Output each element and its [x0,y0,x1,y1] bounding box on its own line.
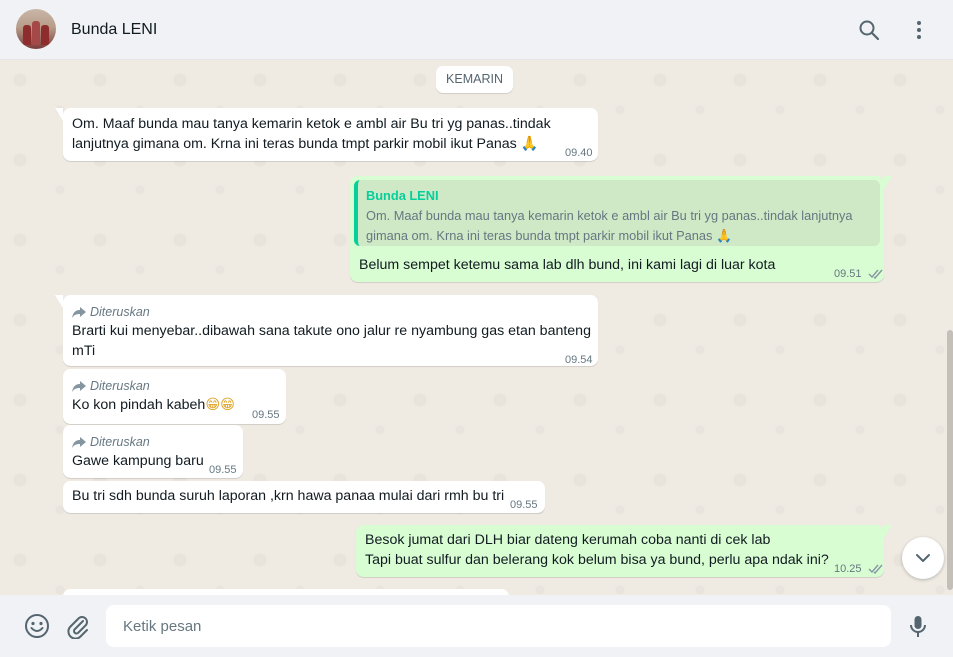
forwarded-label: Diteruskan [72,377,150,397]
quoted-message[interactable]: Bunda LENI Om. Maaf bunda mau tanya kema… [354,180,880,246]
message-text: Besok jumat dari DLH biar dateng kerumah… [365,532,829,568]
search-icon[interactable] [857,18,881,42]
message-time: 09.55 [510,499,538,511]
message-input[interactable] [106,605,891,647]
emoji-icon[interactable] [24,613,50,639]
scroll-down-button[interactable] [902,537,944,579]
message-incoming[interactable]: Om. Maaf bunda mau tanya kemarin ketok e… [55,108,598,161]
folded-hands-emoji: 🙏 [715,229,732,244]
message-incoming[interactable]: Diteruskan Gawe kampung baru 09.55 [63,425,243,478]
message-text: Gawe kampung baru [72,453,204,469]
message-text: Om. Maaf bunda mau tanya kemarin ketok e… [72,115,562,154]
quoted-author: Bunda LENI [366,188,439,203]
contact-name[interactable]: Bunda LENI [71,21,157,39]
quoted-text: Om. Maaf bunda mau tanya kemarin ketok e… [366,208,853,244]
forwarded-label: Diteruskan [72,303,150,323]
chevron-down-icon [916,554,930,562]
double-check-icon [868,269,883,279]
message-line: lanjutnya gimana om. Krna ini teras bund… [72,135,517,152]
composer-bar [0,595,953,657]
attach-icon[interactable] [65,613,91,640]
date-divider: KEMARIN [436,66,513,93]
contact-avatar[interactable] [16,9,56,49]
message-outgoing[interactable]: Bunda LENI Om. Maaf bunda mau tanya kema… [350,176,892,285]
message-time: 09.54 [565,354,593,366]
message-text: Brarti kui menyebar..dibawah sana takute… [72,323,591,359]
message-text: Belum sempet ketemu sama lab dlh bund, i… [359,257,776,273]
message-time: 09.40 [565,147,593,159]
message-input-box[interactable] [106,605,891,647]
message-incoming[interactable]: Diteruskan Ko kon pindah kabeh😁😁 09.55 [63,369,286,424]
message-line: Om. Maaf bunda mau tanya kemarin ketok e… [72,116,551,132]
message-incoming[interactable]: Diteruskan Brarti kui menyebar..dibawah … [55,295,598,366]
chat-header: Bunda LENI [0,0,953,60]
message-text: Ko kon pindah kabeh😁😁 [72,397,235,413]
grinning-emoji: 😁😁 [205,397,235,413]
message-time: 09.55 [209,464,237,476]
forward-icon [72,381,86,392]
double-check-icon [868,564,883,574]
forward-icon [72,437,86,448]
scrollbar[interactable] [947,330,953,590]
menu-icon[interactable] [907,18,931,42]
message-time: 09.55 [252,409,280,421]
forward-icon [72,307,86,318]
mic-icon[interactable] [905,613,931,639]
message-time: 10.25 [834,560,884,580]
message-text: Bu tri sdh bunda suruh laporan ,krn hawa… [72,488,505,504]
message-incoming[interactable]: Bu tri sdh bunda suruh laporan ,krn hawa… [63,481,545,513]
message-list[interactable]: KEMARIN Om. Maaf bunda mau tanya kemarin… [0,60,953,595]
message-time: 09.51 [834,265,884,285]
folded-hands-emoji: 🙏 [520,135,539,152]
forwarded-label: Diteruskan [72,433,150,453]
message-outgoing[interactable]: Besok jumat dari DLH biar dateng kerumah… [356,525,892,580]
